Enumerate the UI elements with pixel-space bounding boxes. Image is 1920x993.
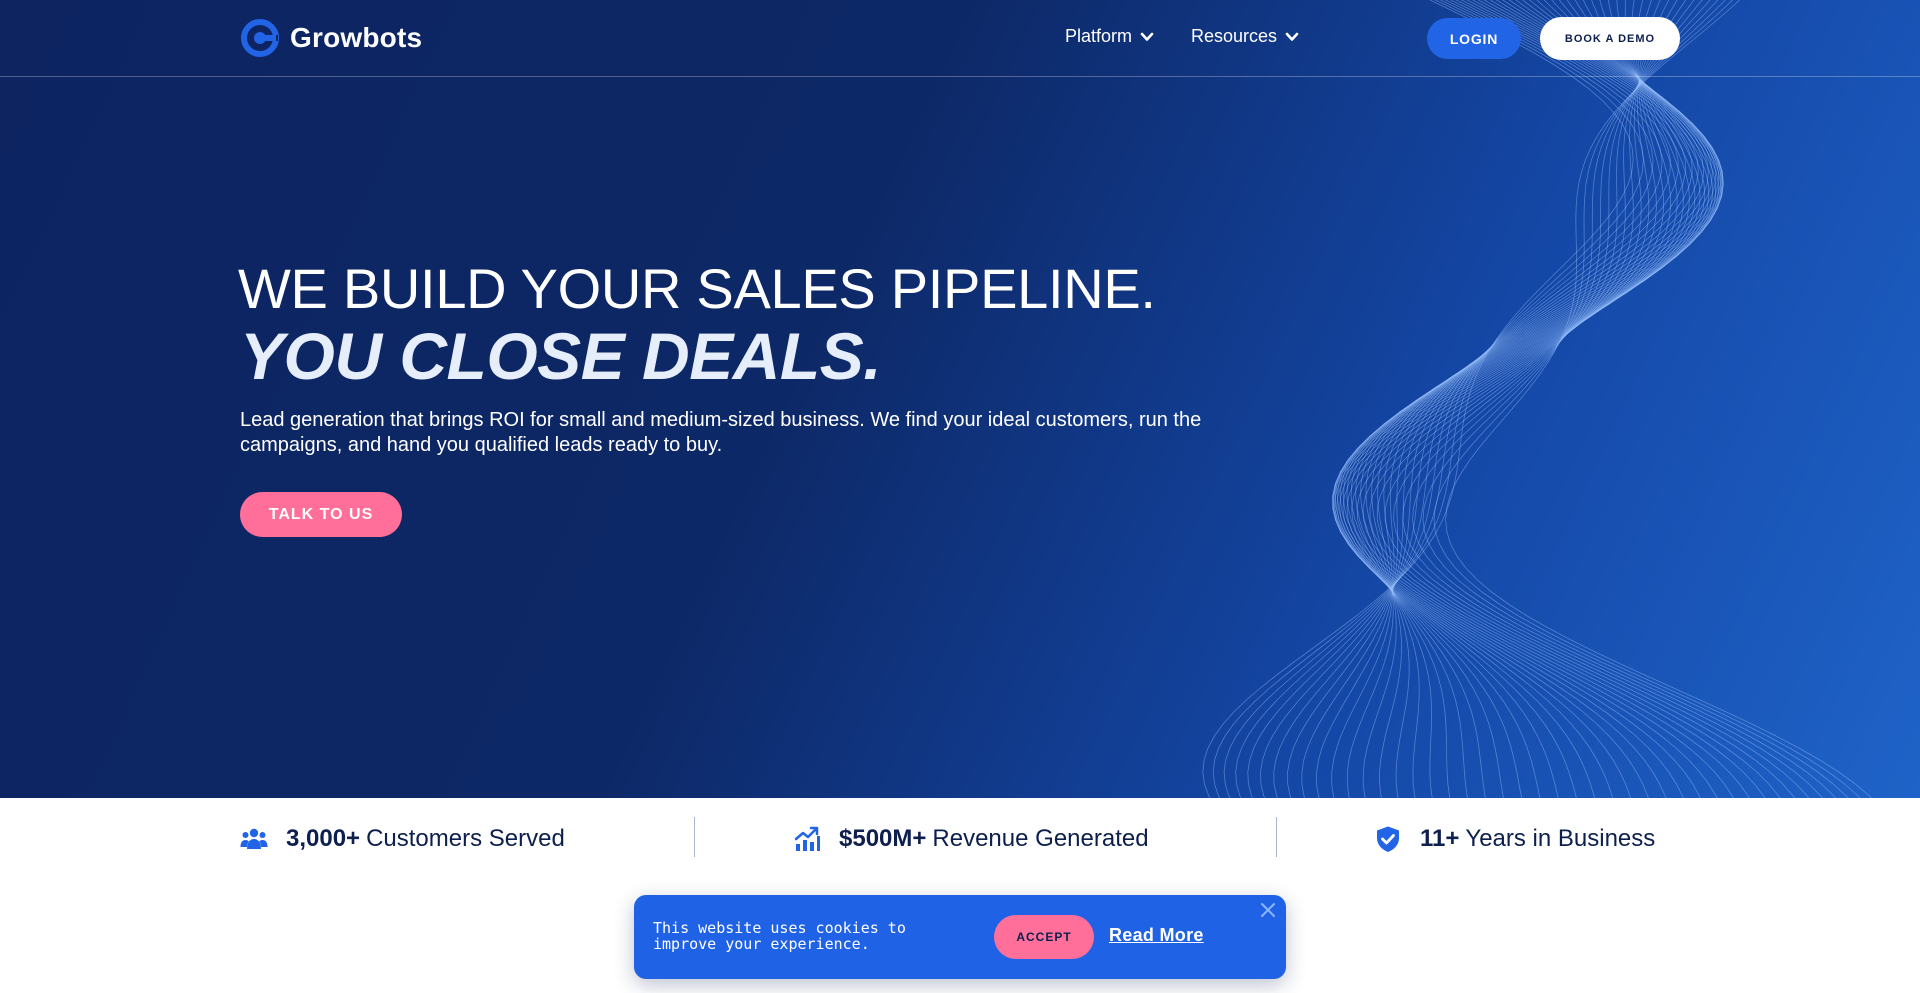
hero-headline-line2: YOU CLOSE DEALS.: [240, 319, 882, 393]
wave-line: [1355, 0, 1723, 798]
chevron-down-icon: [1285, 32, 1299, 41]
chevron-down-icon: [1140, 32, 1154, 41]
stat-divider: [694, 817, 695, 857]
wave-line: [1346, 0, 1724, 798]
cookie-message: This website uses cookies to improve you…: [653, 919, 906, 953]
wave-line: [1333, 0, 1716, 798]
wave-line: [1339, 0, 1684, 798]
users-icon: [240, 828, 268, 849]
stat-label: Customers Served: [366, 825, 565, 852]
growbots-logo-icon: [241, 19, 279, 57]
stat-label: Revenue Generated: [932, 825, 1149, 852]
top-navigation: Growbots Platform Resources LOGIN BOOK A…: [0, 0, 1920, 77]
growth-chart-icon: [794, 826, 820, 851]
nav-item-label: Platform: [1065, 26, 1133, 46]
wave-line: [1301, 0, 1699, 798]
stat-label: Years in Business: [1465, 825, 1656, 852]
brand-name: Growbots: [290, 22, 423, 53]
stat-divider: [1276, 817, 1277, 857]
stat-years: 11+ Years in Business: [1374, 823, 1655, 855]
book-demo-button[interactable]: BOOK A DEMO: [1540, 17, 1680, 60]
wave-line: [1433, 0, 1861, 798]
wave-line: [1360, 0, 1721, 798]
stat-revenue: $500M+ Revenue Generated: [793, 823, 1149, 855]
decorative-waves: [1202, 0, 1872, 798]
close-icon[interactable]: [1258, 900, 1278, 920]
wave-line: [1342, 0, 1724, 798]
wave-line: [1346, 0, 1701, 798]
talk-to-us-button[interactable]: TALK TO US: [240, 492, 402, 537]
hero-headline-line1: WE BUILD YOUR SALES PIPELINE.: [238, 257, 1156, 320]
wave-line: [1412, 0, 1836, 798]
growbots-logo[interactable]: Growbots: [240, 18, 422, 58]
stat-value: 3,000+: [286, 825, 361, 852]
wave-line: [1332, 0, 1713, 798]
nav-item-label: Resources: [1191, 26, 1278, 46]
stat-customers: 3,000+ Customers Served: [240, 823, 565, 855]
wave-line: [1351, 0, 1718, 798]
wave-line: [1342, 0, 1684, 798]
login-button[interactable]: LOGIN: [1427, 18, 1521, 59]
nav-item-resources[interactable]: Resources: [1191, 26, 1299, 47]
nav-item-platform[interactable]: Platform: [1065, 26, 1154, 47]
stat-value: $500M+: [839, 825, 927, 852]
shield-check-icon: [1377, 826, 1399, 852]
cookie-banner: This website uses cookies to improve you…: [634, 895, 1286, 979]
accept-cookies-button[interactable]: ACCEPT: [994, 915, 1094, 959]
hero-section: Growbots Platform Resources LOGIN BOOK A…: [0, 0, 1920, 798]
stat-value: 11+: [1420, 825, 1460, 852]
hero-subtext: Lead generation that brings ROI for smal…: [240, 409, 1202, 456]
read-more-link[interactable]: Read More: [1109, 925, 1204, 946]
